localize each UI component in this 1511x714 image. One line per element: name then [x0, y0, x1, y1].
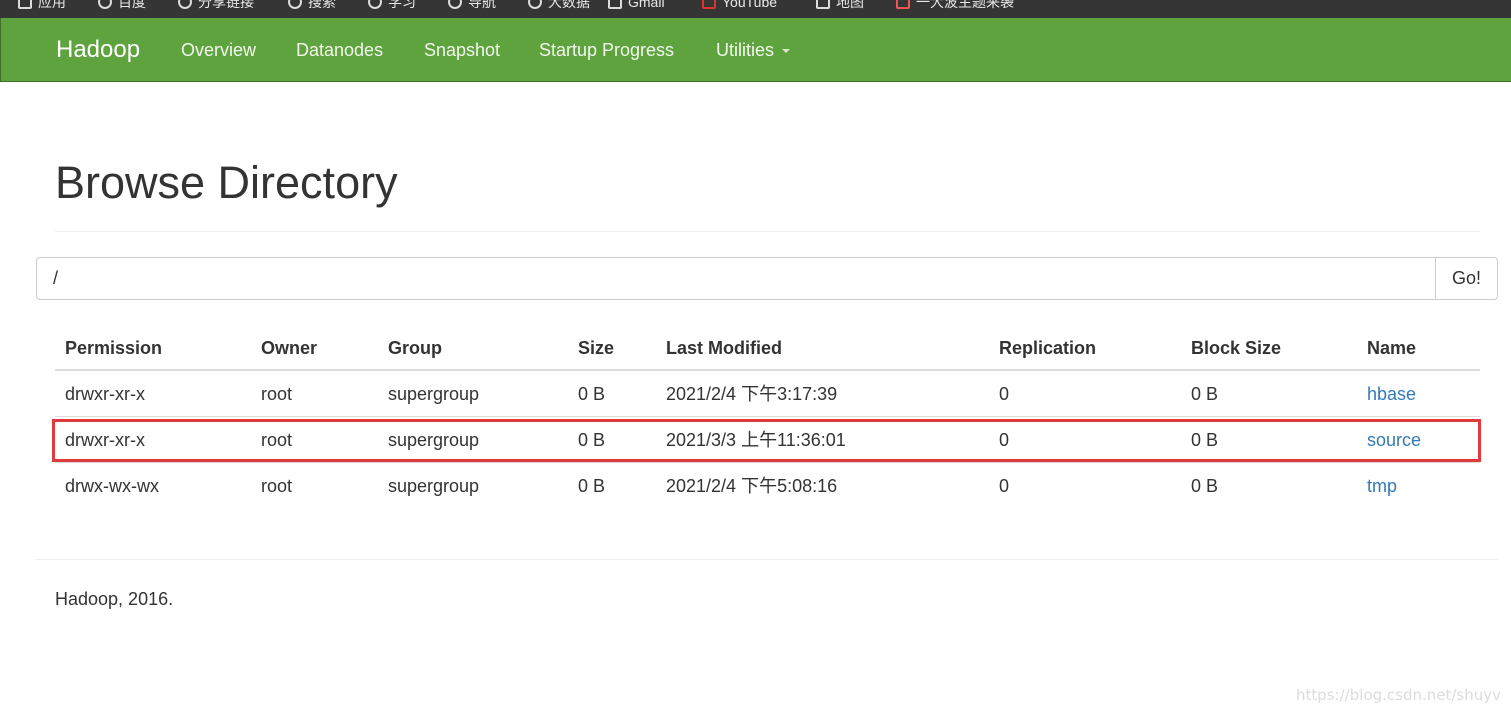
bookmark-item[interactable]: 一大波主题来袭	[896, 0, 1014, 12]
bookmark-youtube[interactable]: YouTube	[702, 0, 777, 12]
cell-owner: root	[261, 476, 293, 496]
nav-snapshot[interactable]: Snapshot	[424, 39, 500, 61]
footer-text: Hadoop, 2016.	[55, 589, 174, 609]
bookmark-maps[interactable]: 地图	[816, 0, 864, 12]
directory-link[interactable]: tmp	[1367, 475, 1397, 497]
table-row: drwx-wx-wx root supergroup 0 B 2021/2/4 …	[55, 463, 1480, 509]
cell-size: 0 B	[578, 430, 606, 450]
cell-last-modified: 2021/2/4 下午5:08:16	[666, 476, 838, 496]
youtube-icon	[702, 0, 716, 9]
bookmark-item[interactable]: 导航	[448, 0, 496, 12]
nav-utilities-dropdown[interactable]: Utilities	[716, 39, 791, 61]
globe-icon	[98, 0, 112, 9]
cell-block-size: 0 B	[1191, 430, 1219, 450]
directory-link[interactable]: source	[1367, 429, 1421, 451]
cell-owner: root	[261, 384, 293, 404]
caret-down-icon	[782, 49, 791, 53]
cell-permission: drwxr-xr-x	[65, 384, 145, 404]
go-button[interactable]: Go!	[1435, 257, 1498, 300]
maps-icon	[816, 0, 830, 9]
globe-icon	[368, 0, 382, 9]
bookmark-item[interactable]: 大数据	[528, 0, 590, 12]
directory-link[interactable]: hbase	[1367, 383, 1416, 405]
footer-divider	[36, 559, 1498, 560]
table-row: drwxr-xr-x root supergroup 0 B 2021/3/3 …	[55, 417, 1480, 463]
apps-grid-icon	[18, 0, 32, 9]
header-size[interactable]: Size	[578, 337, 614, 359]
header-last-modified[interactable]: Last Modified	[666, 337, 782, 359]
page-title: Browse Directory	[55, 157, 398, 208]
navbar: Hadoop Overview Datanodes Snapshot Start…	[0, 18, 1511, 82]
table-header: Permission Owner Group Size Last Modifie…	[55, 325, 1480, 371]
cell-owner: root	[261, 430, 293, 450]
divider	[55, 231, 1480, 232]
cell-replication: 0	[999, 476, 1010, 496]
header-permission[interactable]: Permission	[65, 337, 162, 359]
cell-size: 0 B	[578, 476, 606, 496]
cell-group: supergroup	[388, 430, 480, 450]
bookmark-item[interactable]: 分享链接	[178, 0, 254, 12]
header-block-size[interactable]: Block Size	[1191, 337, 1281, 359]
cell-size: 0 B	[578, 384, 606, 404]
bookmark-icon	[896, 0, 910, 9]
mail-icon	[608, 0, 622, 9]
directory-path-input[interactable]	[36, 257, 1436, 300]
cell-group: supergroup	[388, 384, 480, 404]
nav-utilities-label: Utilities	[716, 40, 775, 60]
bookmark-item[interactable]: 百度	[98, 0, 146, 12]
watermark: https://blog.csdn.net/shuyv	[1295, 686, 1501, 704]
bookmarks-bar: 应用 百度 分享链接 搜索 学习 导航 大数据 Gmail YouTube 地图…	[0, 0, 1511, 18]
bookmark-item[interactable]: 学习	[368, 0, 416, 12]
header-owner[interactable]: Owner	[261, 337, 317, 359]
cell-last-modified: 2021/2/4 下午3:17:39	[666, 384, 838, 404]
nav-overview[interactable]: Overview	[181, 39, 256, 61]
cell-permission: drwx-wx-wx	[65, 476, 159, 496]
nav-startup-progress[interactable]: Startup Progress	[539, 39, 674, 61]
bookmark-apps[interactable]: 应用	[18, 0, 66, 12]
nav-datanodes[interactable]: Datanodes	[296, 39, 383, 61]
cell-replication: 0	[999, 430, 1010, 450]
globe-icon	[448, 0, 462, 9]
globe-icon	[528, 0, 542, 9]
cell-block-size: 0 B	[1191, 384, 1219, 404]
cell-permission: drwxr-xr-x	[65, 430, 145, 450]
bookmark-item[interactable]: 搜索	[288, 0, 336, 12]
header-replication[interactable]: Replication	[999, 337, 1096, 359]
cell-group: supergroup	[388, 476, 480, 496]
brand-link[interactable]: Hadoop	[56, 36, 140, 64]
header-group[interactable]: Group	[388, 337, 442, 359]
cell-replication: 0	[999, 384, 1010, 404]
cell-block-size: 0 B	[1191, 476, 1219, 496]
globe-icon	[288, 0, 302, 9]
globe-icon	[178, 0, 192, 9]
bookmark-gmail[interactable]: Gmail	[608, 0, 665, 12]
cell-last-modified: 2021/3/3 上午11:36:01	[666, 430, 846, 450]
header-name[interactable]: Name	[1367, 337, 1416, 359]
table-row: drwxr-xr-x root supergroup 0 B 2021/2/4 …	[55, 371, 1480, 417]
